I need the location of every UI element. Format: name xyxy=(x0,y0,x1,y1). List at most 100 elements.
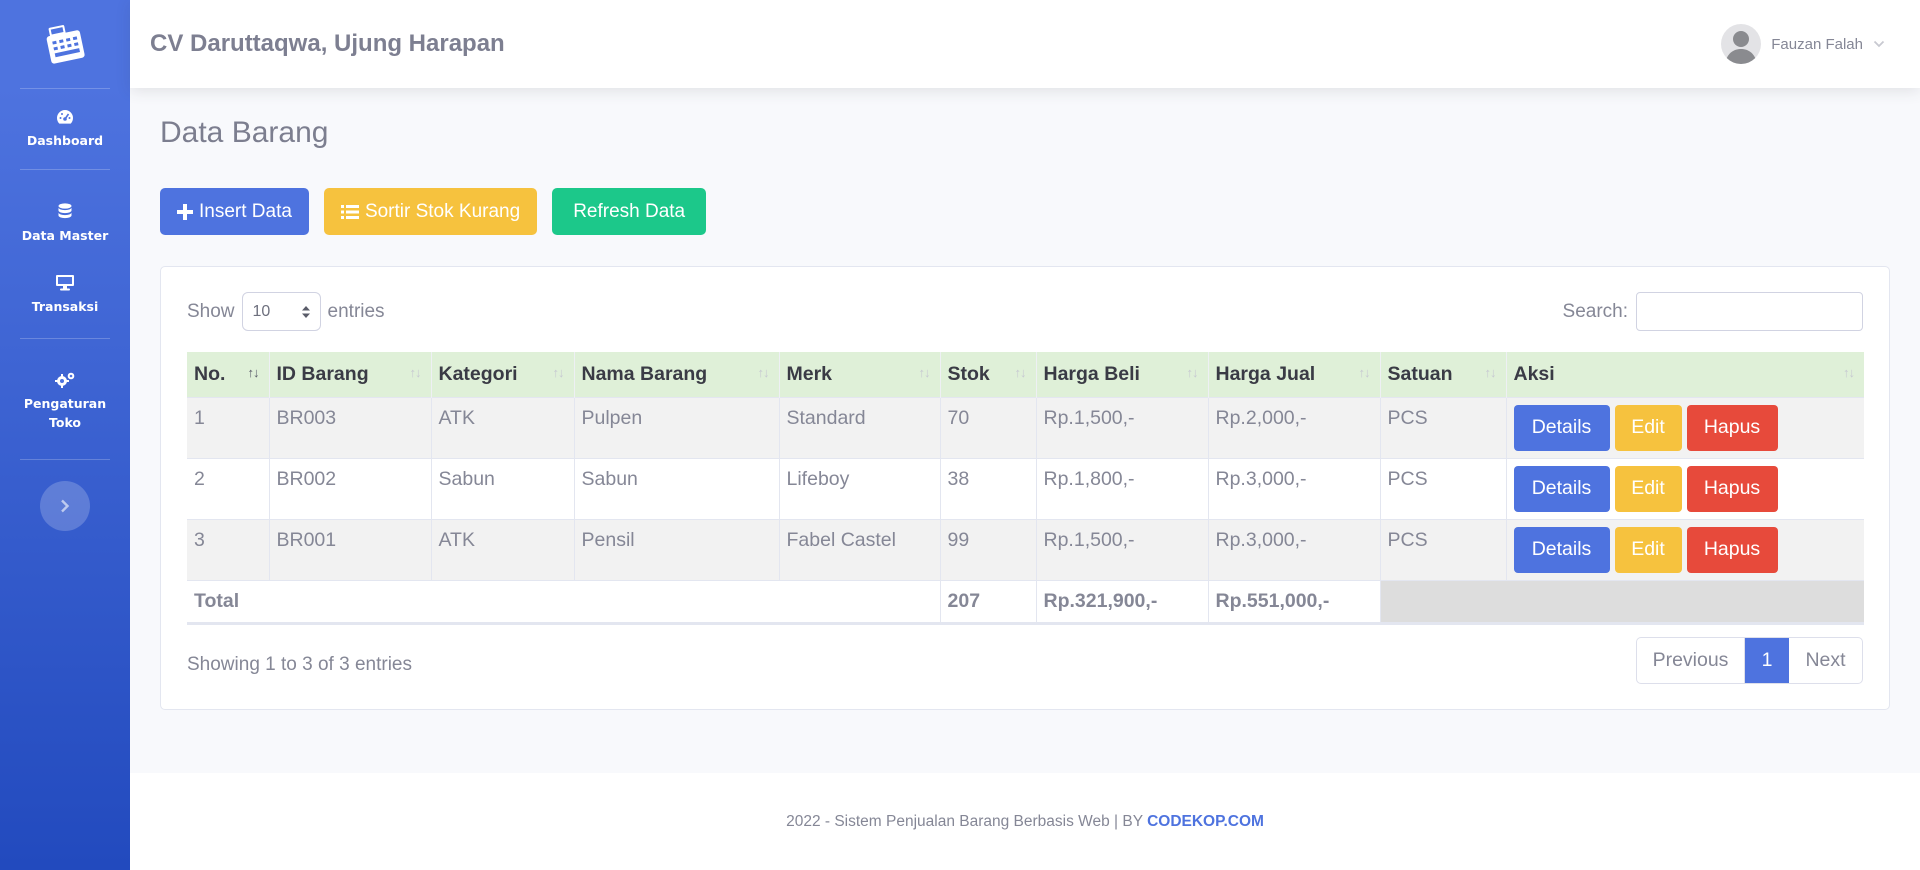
table-row: 2 BR002 Sabun Sabun Lifeboy 38 Rp.1,800,… xyxy=(187,458,1864,519)
sidebar-item-label: Data Master xyxy=(21,228,109,243)
sort-icon: ↑↓ xyxy=(918,365,931,380)
cell-stok: 99 xyxy=(940,519,1037,580)
search-input[interactable] xyxy=(1636,292,1863,331)
sidebar-divider xyxy=(20,459,110,460)
refresh-data-button[interactable]: Refresh Data xyxy=(552,188,707,235)
cogs-icon xyxy=(55,372,75,388)
cell-aksi: Details Edit Hapus xyxy=(1507,398,1865,451)
plus-icon xyxy=(177,203,193,220)
delete-button[interactable]: Hapus xyxy=(1686,404,1778,451)
sidebar-item-dashboard[interactable]: Dashboard xyxy=(0,89,130,169)
store-name: CV Daruttaqwa, Ujung Harapan xyxy=(150,30,505,57)
column-header-aksi[interactable]: Aksi ↑↓ xyxy=(1506,352,1864,397)
user-menu[interactable]: Fauzan Falah xyxy=(1721,24,1885,64)
page-1-button[interactable]: 1 xyxy=(1745,637,1789,683)
column-header-nama-barang[interactable]: Nama Barang ↑↓ xyxy=(574,352,780,397)
insert-data-button[interactable]: Insert Data xyxy=(160,188,309,235)
cell-id-barang: BR001 xyxy=(269,519,432,580)
total-empty-cell xyxy=(1380,580,1864,623)
sidebar-item-transaksi[interactable]: Transaksi xyxy=(0,260,130,330)
column-header-merk[interactable]: Merk ↑↓ xyxy=(779,352,941,397)
table-total-row: Total 207 Rp.321,900,- Rp.551,000,- xyxy=(187,580,1864,623)
sidebar-item-data-master[interactable]: Data Master xyxy=(0,170,130,260)
sidebar-item-label: Dashboard xyxy=(26,132,104,148)
entries-label: entries xyxy=(327,300,385,322)
chevron-right-icon xyxy=(61,499,70,513)
cell-satuan: PCS xyxy=(1380,458,1507,519)
table-row: 1 BR003 ATK Pulpen Standard 70 Rp.1,500,… xyxy=(187,397,1864,458)
total-stok: 207 xyxy=(940,580,1037,623)
sort-icon: ↑↓ xyxy=(757,365,770,380)
sort-asc-icon: ↑↓ xyxy=(247,365,260,380)
cell-id-barang: BR003 xyxy=(269,397,432,458)
total-label: Total xyxy=(187,580,941,623)
footer-text: 2022 - Sistem Penjualan Barang Berbasis … xyxy=(786,812,1144,830)
edit-button[interactable]: Edit xyxy=(1614,465,1682,512)
cell-merk: Standard xyxy=(779,397,941,458)
show-label: Show xyxy=(187,300,235,322)
cell-kategori: ATK xyxy=(431,519,575,580)
column-header-kategori[interactable]: Kategori ↑↓ xyxy=(431,352,575,397)
column-header-stok[interactable]: Stok ↑↓ xyxy=(940,352,1037,397)
topbar: CV Daruttaqwa, Ujung Harapan Fauzan Fala… xyxy=(130,0,1920,88)
column-header-no[interactable]: No. ↑↓ xyxy=(187,352,270,397)
details-button[interactable]: Details xyxy=(1513,404,1610,451)
sidebar-toggle-button[interactable] xyxy=(40,481,90,531)
sort-icon: ↑↓ xyxy=(1843,365,1855,380)
sort-icon: ↑↓ xyxy=(1358,365,1371,380)
entries-length: Show 10 entries xyxy=(187,292,385,331)
sort-icon: ↑↓ xyxy=(409,365,422,380)
delete-button[interactable]: Hapus xyxy=(1686,465,1778,512)
details-button[interactable]: Details xyxy=(1513,526,1610,573)
edit-button[interactable]: Edit xyxy=(1614,404,1682,451)
cell-harga-jual: Rp.2,000,- xyxy=(1208,397,1381,458)
sort-low-stock-button[interactable]: Sortir Stok Kurang xyxy=(323,188,538,235)
sort-icon: ↑↓ xyxy=(1484,365,1497,380)
pagination: Previous 1 Next xyxy=(1636,636,1863,684)
cell-no: 1 xyxy=(187,397,270,458)
sidebar-item-label: Pengaturan Toko xyxy=(23,395,107,430)
previous-page-button[interactable]: Previous xyxy=(1637,637,1745,683)
total-harga-beli: Rp.321,900,- xyxy=(1036,580,1209,623)
column-header-harga-jual[interactable]: Harga Jual ↑↓ xyxy=(1208,352,1381,397)
page-title: Data Barang xyxy=(160,116,329,149)
cell-satuan: PCS xyxy=(1380,519,1507,580)
details-button[interactable]: Details xyxy=(1513,465,1610,512)
toolbar: Insert Data Sortir Stok Kurang Refresh D… xyxy=(160,188,1890,235)
table-info: Showing 1 to 3 of 3 entries xyxy=(187,654,412,675)
footer-link[interactable]: CODEKOP.COM xyxy=(1147,813,1264,831)
cell-harga-jual: Rp.3,000,- xyxy=(1208,519,1381,580)
delete-button[interactable]: Hapus xyxy=(1686,526,1778,573)
sort-low-stock-label: Sortir Stok Kurang xyxy=(364,200,521,222)
brand-logo[interactable] xyxy=(0,0,130,88)
sidebar-item-pengaturan-toko[interactable]: Pengaturan Toko xyxy=(0,339,130,459)
cell-merk: Lifeboy xyxy=(779,458,941,519)
sidebar-item-label: Transaksi xyxy=(31,299,99,314)
desktop-icon xyxy=(56,275,74,291)
cell-harga-beli: Rp.1,500,- xyxy=(1036,397,1209,458)
cell-aksi: Details Edit Hapus xyxy=(1507,459,1865,512)
cell-aksi: Details Edit Hapus xyxy=(1507,520,1865,573)
sort-icon: ↑↓ xyxy=(552,365,565,380)
cash-register-icon xyxy=(46,25,85,64)
column-header-satuan[interactable]: Satuan ↑↓ xyxy=(1380,352,1507,397)
cell-no: 3 xyxy=(187,519,270,580)
edit-button[interactable]: Edit xyxy=(1614,526,1682,573)
sidebar: Dashboard Data Master Transaksi Pengatur… xyxy=(0,0,130,870)
cell-satuan: PCS xyxy=(1380,397,1507,458)
sort-arrows-icon xyxy=(301,305,310,318)
cell-nama-barang: Pensil xyxy=(574,519,780,580)
insert-data-label: Insert Data xyxy=(199,200,292,222)
cell-no: 2 xyxy=(187,458,270,519)
table-controls: Show 10 entries Search: xyxy=(187,292,1863,331)
cell-kategori: ATK xyxy=(431,397,575,458)
cell-harga-beli: Rp.1,800,- xyxy=(1036,458,1209,519)
next-page-button[interactable]: Next xyxy=(1789,638,1862,683)
column-header-harga-beli[interactable]: Harga Beli ↑↓ xyxy=(1036,352,1209,397)
items-table: No. ↑↓ ID Barang ↑↓ Kategori ↑↓ Nama Barang… xyxy=(187,352,1864,625)
database-icon xyxy=(58,203,72,219)
entries-select[interactable]: 10 xyxy=(241,292,321,331)
cell-stok: 70 xyxy=(940,397,1037,458)
column-header-id-barang[interactable]: ID Barang ↑↓ xyxy=(269,352,432,397)
cell-nama-barang: Sabun xyxy=(574,458,780,519)
